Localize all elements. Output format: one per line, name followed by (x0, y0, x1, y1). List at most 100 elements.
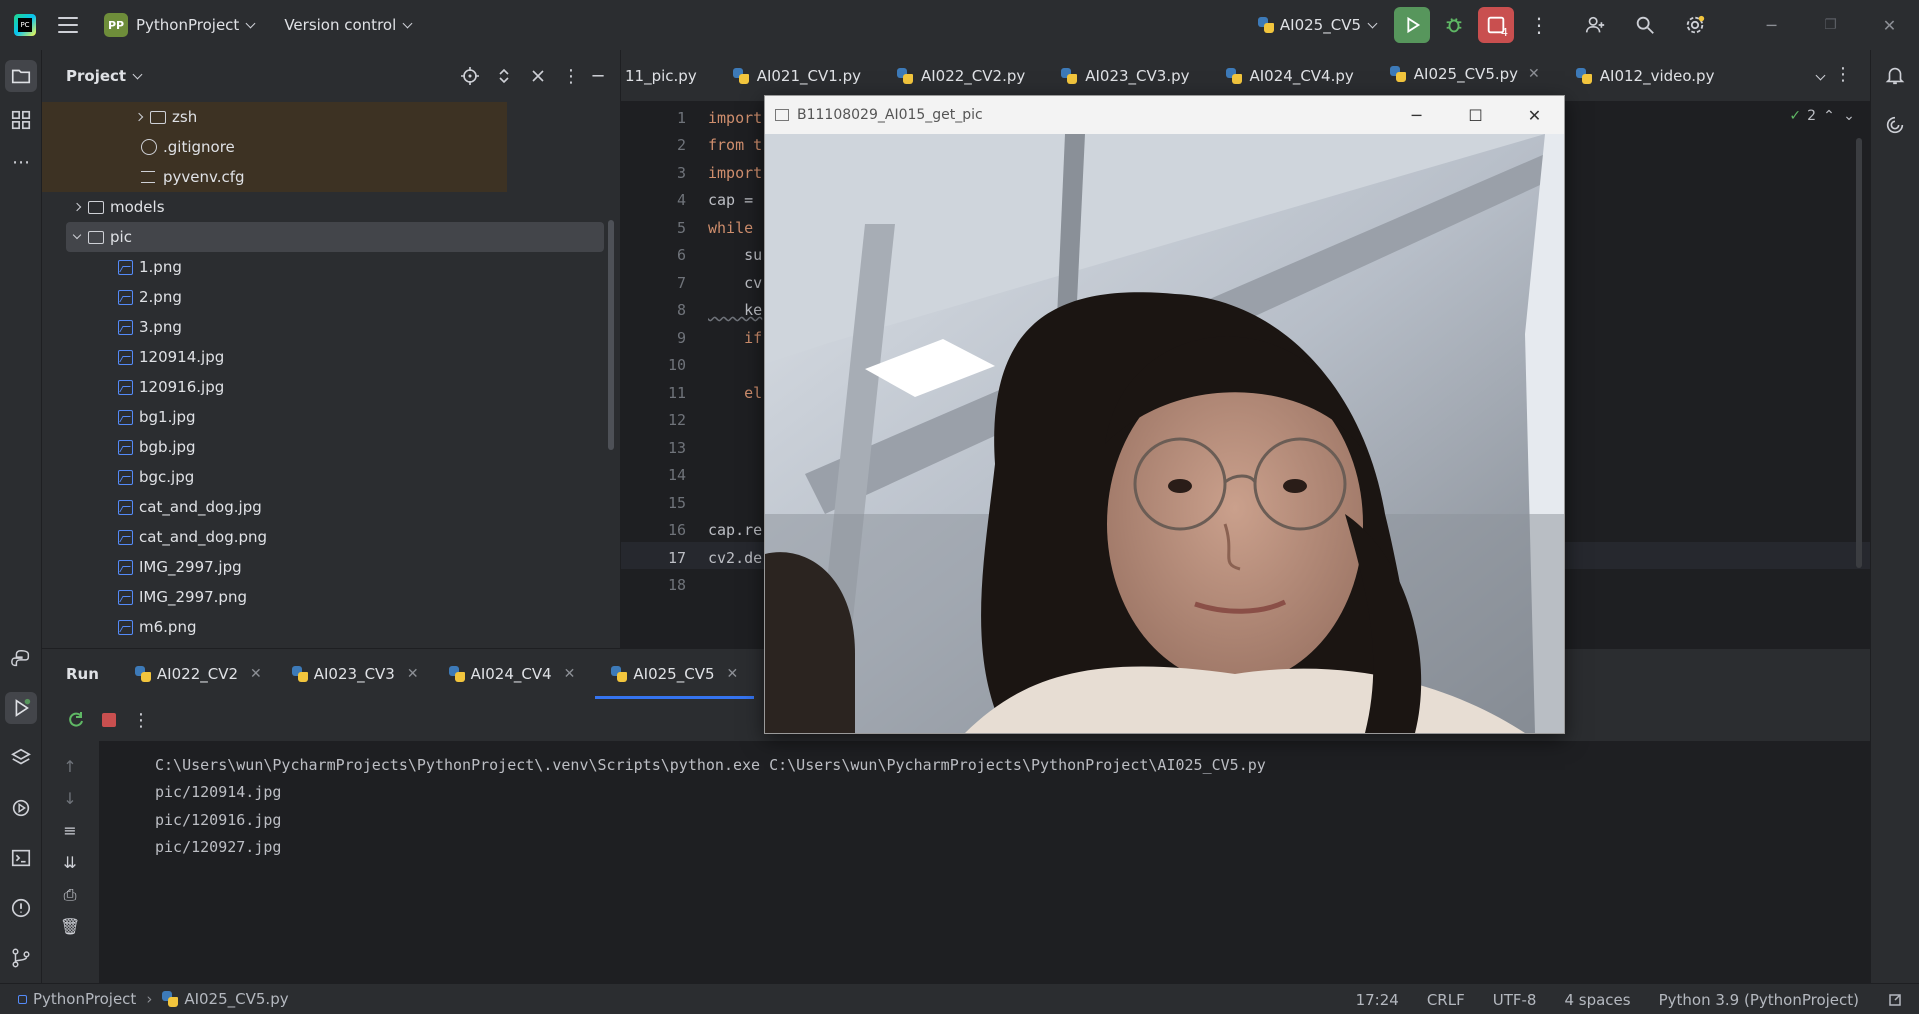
more-actions-icon[interactable]: ⋮ (132, 710, 150, 731)
terminal-button[interactable] (9, 846, 33, 870)
indent-setting[interactable]: 4 spaces (1564, 991, 1630, 1009)
tab-list-chevron-icon[interactable] (1815, 68, 1826, 83)
problems-button[interactable] (9, 896, 33, 920)
options-icon[interactable]: ⋮ (562, 66, 580, 87)
console-output[interactable]: C:\Users\wun\PycharmProjects\PythonProje… (99, 741, 1870, 984)
trash-icon[interactable]: 🗑 (60, 917, 80, 937)
notifications-bell-icon[interactable] (1884, 64, 1906, 86)
soft-wrap-icon[interactable]: ≡ (60, 821, 80, 841)
tree-item-image[interactable]: m6.png (42, 612, 196, 642)
previous-highlight-icon[interactable]: ⌃ (1822, 108, 1836, 124)
code-line[interactable]: ke (708, 301, 762, 319)
debug-button[interactable] (1436, 7, 1472, 43)
code-line[interactable]: cap = (708, 191, 753, 209)
code-line[interactable]: import (708, 109, 762, 127)
code-line[interactable]: su (708, 246, 762, 264)
chevron-down-icon[interactable] (245, 18, 256, 28)
up-arrow-icon[interactable]: ↑ (60, 757, 80, 777)
project-badge[interactable]: PP (104, 13, 128, 37)
tree-item-folder-selected[interactable]: pic (66, 222, 604, 252)
add-user-icon[interactable] (1584, 14, 1606, 36)
gear-icon[interactable] (1684, 14, 1706, 36)
tree-item-folder[interactable]: models (42, 192, 165, 222)
stop-icon[interactable] (102, 713, 116, 727)
editor-scrollbar[interactable] (1856, 138, 1862, 568)
chevron-down-icon[interactable] (70, 230, 84, 240)
editor-tab-active[interactable]: AI025_CV5.py ✕ (1371, 50, 1558, 102)
project-name[interactable]: PythonProject (136, 16, 239, 34)
code-line[interactable]: cv2.de (708, 549, 762, 567)
editor-tab[interactable]: AI012_video.py (1558, 50, 1733, 102)
chevron-down-icon[interactable] (1367, 18, 1378, 28)
close-tab-icon[interactable]: ✕ (250, 666, 262, 682)
search-icon[interactable] (1634, 14, 1656, 36)
more-actions-icon[interactable]: ⋮ (1524, 13, 1554, 37)
code-line[interactable]: import (708, 164, 762, 182)
run-tab[interactable]: AI022_CV2 ✕ (134, 649, 262, 699)
next-highlight-icon[interactable]: ⌄ (1842, 108, 1856, 124)
tree-item-image[interactable]: 120914.jpg (42, 342, 224, 372)
code-line[interactable]: el (708, 384, 762, 402)
services-button[interactable] (9, 796, 33, 820)
camera-window-titlebar[interactable]: B11108029_AI015_get_pic ─ ☐ ✕ (765, 96, 1564, 134)
close-tab-icon[interactable]: ✕ (564, 666, 576, 682)
close-tab-icon[interactable]: ✕ (407, 666, 419, 682)
close-tab-icon[interactable]: ✕ (727, 666, 739, 682)
window-minimize-button[interactable]: ─ (1742, 16, 1801, 35)
tree-item-folder[interactable]: zsh (42, 102, 507, 132)
tree-item-image[interactable]: 120916.jpg (42, 372, 224, 402)
run-tool-button[interactable] (5, 692, 37, 724)
tree-item-image[interactable]: 2.png (42, 282, 182, 312)
python-console-button[interactable] (9, 647, 33, 671)
editor-tab[interactable]: AI022_CV2.py (879, 50, 1043, 102)
chevron-down-icon[interactable] (402, 18, 413, 28)
run-config-selector[interactable]: AI025_CV5 (1280, 16, 1361, 34)
structure-tool-button[interactable] (9, 108, 33, 132)
breadcrumb-file[interactable]: AI025_CV5.py (184, 990, 288, 1008)
git-button[interactable] (9, 946, 33, 970)
caret-position[interactable]: 17:24 (1356, 991, 1399, 1009)
tree-item-image[interactable]: 3.png (42, 312, 182, 342)
run-tab-active[interactable]: AI025_CV5 ✕ (595, 649, 755, 699)
version-control-menu[interactable]: Version control (284, 16, 396, 34)
window-restore-button[interactable]: ❐ (1801, 17, 1860, 33)
tree-item-image[interactable]: cat_and_dog.jpg (42, 492, 262, 522)
code-line[interactable]: from t (708, 136, 762, 154)
python-packages-button[interactable] (9, 746, 33, 770)
editor-tab[interactable]: 11_pic.py (621, 50, 715, 102)
rerun-icon[interactable] (66, 710, 86, 730)
camera-close-button[interactable]: ✕ (1505, 96, 1564, 134)
expand-all-icon[interactable] (494, 66, 514, 86)
rerun-button[interactable] (1394, 7, 1430, 43)
line-separator[interactable]: CRLF (1427, 991, 1465, 1009)
stop-button[interactable]: 4 (1478, 7, 1514, 43)
chevron-right-icon[interactable] (132, 112, 146, 122)
window-close-button[interactable]: ✕ (1860, 16, 1919, 35)
chevron-right-icon[interactable] (70, 202, 84, 212)
scroll-to-end-icon[interactable]: ⇊ (60, 853, 80, 873)
tree-item-image[interactable]: bgb.jpg (42, 432, 196, 462)
run-tab[interactable]: AI023_CV3 ✕ (291, 649, 419, 699)
code-line[interactable]: cap.re (708, 521, 762, 539)
inspection-widget[interactable]: ✓ 2 ⌃ ⌄ (1789, 108, 1856, 124)
more-tools-icon[interactable]: ⋯ (9, 150, 33, 174)
tab-options-icon[interactable]: ⋮ (1834, 64, 1852, 85)
hide-panel-icon[interactable]: ─ (590, 66, 606, 87)
editor-tab[interactable]: AI021_CV1.py (715, 50, 879, 102)
down-arrow-icon[interactable]: ↓ (60, 789, 80, 809)
lock-edit-icon[interactable] (1887, 992, 1903, 1008)
main-menu-icon[interactable] (58, 17, 78, 33)
close-tab-icon[interactable]: ✕ (1528, 66, 1540, 82)
code-line[interactable]: if (708, 329, 762, 347)
tree-item-image[interactable]: bgc.jpg (42, 462, 194, 492)
camera-maximize-button[interactable]: ☐ (1446, 96, 1505, 134)
project-scrollbar[interactable] (608, 220, 614, 450)
project-tool-button[interactable] (5, 60, 37, 92)
collapse-all-icon[interactable] (528, 66, 548, 86)
python-interpreter[interactable]: Python 3.9 (PythonProject) (1659, 991, 1859, 1009)
tree-item-image[interactable]: cat_and_dog.png (42, 522, 267, 552)
editor-tab[interactable]: AI023_CV3.py (1043, 50, 1207, 102)
tree-item-file[interactable]: .gitignore (42, 132, 507, 162)
tree-item-file[interactable]: pyvenv.cfg (42, 162, 507, 192)
chevron-down-icon[interactable] (132, 69, 143, 79)
